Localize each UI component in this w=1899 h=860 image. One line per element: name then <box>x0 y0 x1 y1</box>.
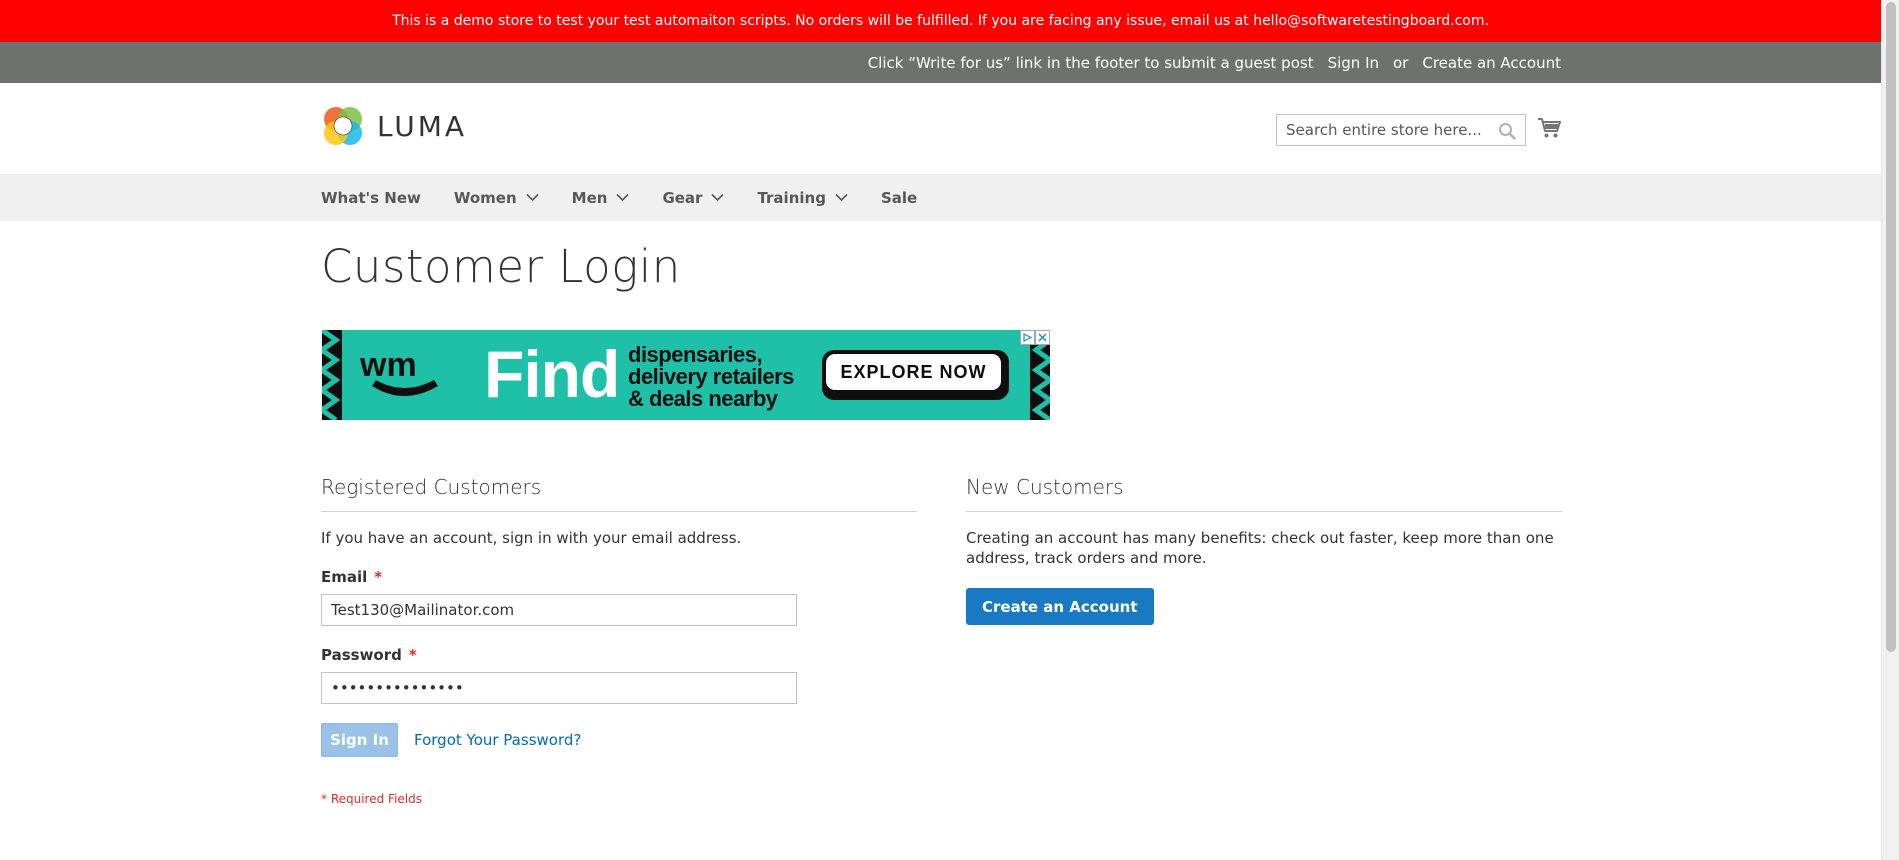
email-label: Email * <box>321 568 917 586</box>
page-title: Customer Login <box>321 240 681 293</box>
ad-subline-2: delivery retailers <box>628 364 794 389</box>
chevron-down-icon <box>835 193 848 202</box>
nav-item-label: What's New <box>321 188 421 207</box>
ad-subline: dispensaries, delivery retailers & deals… <box>628 344 794 410</box>
nav-item-women[interactable]: Women <box>454 189 539 207</box>
scrollbar-thumb[interactable] <box>1886 2 1896 652</box>
password-label: Password * <box>321 646 917 664</box>
svg-text:wm: wm <box>359 346 417 384</box>
adchoices-icon[interactable] <box>1020 330 1035 345</box>
cart-icon[interactable] <box>1537 116 1561 140</box>
create-account-link[interactable]: Create an Account <box>1422 54 1561 72</box>
registered-customers-block: Registered Customers If you have an acco… <box>321 475 917 806</box>
sign-in-button[interactable]: Sign In <box>321 723 398 757</box>
registered-intro: If you have an account, sign in with you… <box>321 529 742 547</box>
or-separator: or <box>1393 53 1409 72</box>
search-icon[interactable] <box>1498 122 1516 140</box>
required-asterisk: * <box>374 568 383 586</box>
ad-banner[interactable]: wm Find dispensaries, delivery retailers… <box>322 330 1050 420</box>
header-links: Click “Write for us” link in the footer … <box>868 42 1561 83</box>
search-box <box>1276 114 1526 146</box>
create-account-button[interactable]: Create an Account <box>966 588 1154 625</box>
password-field[interactable] <box>321 672 797 704</box>
ad-headline: Find <box>484 337 620 411</box>
page-scrollbar[interactable] <box>1881 0 1899 860</box>
registered-customers-title: Registered Customers <box>321 475 917 512</box>
nav-item-men[interactable]: Men <box>572 189 630 207</box>
chevron-down-icon <box>711 193 725 202</box>
logo-link[interactable]: LUMA <box>321 104 467 148</box>
ad-subline-3: & deals nearby <box>628 386 778 411</box>
email-field[interactable] <box>321 594 797 626</box>
new-customers-text: Creating an account has many benefits: c… <box>966 529 1554 567</box>
nav-item-sale[interactable]: Sale <box>881 189 917 207</box>
ad-zigzag-left <box>322 330 342 420</box>
luma-logo-icon <box>324 107 362 145</box>
demo-notice-text: This is a demo store to test your test a… <box>392 13 1489 29</box>
required-asterisk: * <box>408 646 417 664</box>
ad-explore-button[interactable]: EXPLORE NOW <box>822 350 1009 400</box>
forgot-password-link[interactable]: Forgot Your Password? <box>414 731 581 749</box>
chevron-down-icon <box>616 193 630 202</box>
nav-item-whats-new[interactable]: What's New <box>321 189 421 207</box>
nav-item-label: Men <box>571 188 608 207</box>
sign-in-link[interactable]: Sign In <box>1328 54 1379 72</box>
guest-post-notice: Click “Write for us” link in the footer … <box>867 53 1314 72</box>
ad-explore-label: EXPLORE NOW <box>826 354 1001 390</box>
nav-item-label: Sale <box>880 188 918 207</box>
email-label-text: Email <box>321 568 368 586</box>
chevron-down-icon <box>526 193 539 202</box>
weedmaps-logo-icon: wm <box>359 346 438 396</box>
nav-item-training[interactable]: Training <box>757 188 848 207</box>
search-input[interactable] <box>1277 115 1525 145</box>
panel-header: Click “Write for us” link in the footer … <box>0 42 1881 83</box>
nav-item-label: Gear <box>662 188 703 207</box>
new-customers-block: New Customers Creating an account has ma… <box>966 475 1562 625</box>
password-label-text: Password <box>321 646 402 664</box>
nav-item-gear[interactable]: Gear <box>662 188 725 207</box>
required-fields-note: * Required Fields <box>321 792 422 806</box>
new-customers-title: New Customers <box>966 475 1562 512</box>
login-actions: Sign In Forgot Your Password? <box>321 723 917 757</box>
logo-text: LUMA <box>377 109 468 143</box>
demo-store-notice: This is a demo store to test your test a… <box>0 0 1881 42</box>
ad-controls <box>1020 330 1050 345</box>
main-navigation: What's New Women Men Gear Training Sale <box>0 174 1881 221</box>
nav-item-label: Training <box>757 188 826 207</box>
close-ad-icon[interactable] <box>1035 330 1050 345</box>
nav-item-label: Women <box>453 188 517 207</box>
nav-items: What's New Women Men Gear Training Sale <box>321 174 950 221</box>
header-content: LUMA <box>0 83 1881 174</box>
ad-subline-1: dispensaries, <box>628 342 763 367</box>
